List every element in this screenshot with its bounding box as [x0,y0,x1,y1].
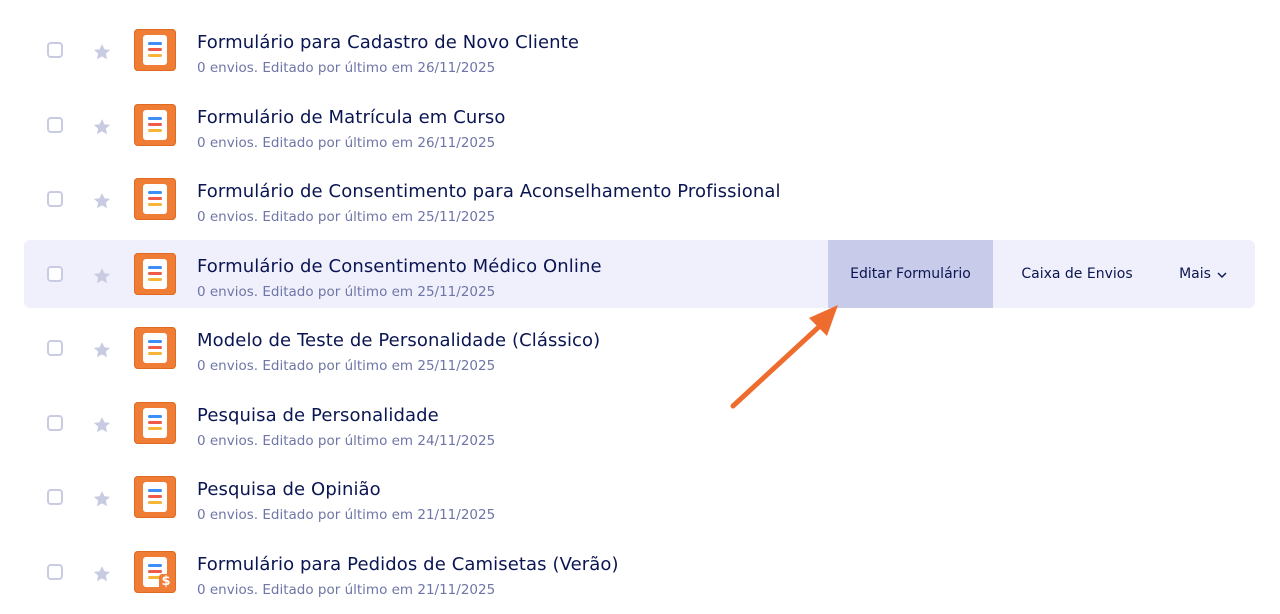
select-checkbox[interactable] [47,265,63,282]
form-title[interactable]: Formulário de Consentimento para Aconsel… [197,181,781,202]
star-icon[interactable] [92,340,112,358]
form-subtitle: 0 envios. Editado por último em 21/11/20… [197,507,496,523]
form-title[interactable]: Formulário de Consentimento Médico Onlin… [197,256,602,277]
form-title[interactable]: Pesquisa de Personalidade [197,405,439,426]
star-icon[interactable] [92,489,112,507]
inbox-label: Caixa de Envios [1021,265,1133,282]
star-icon[interactable] [92,266,112,284]
form-title[interactable]: Formulário para Pedidos de Camisetas (Ve… [197,554,619,575]
form-icon [134,178,176,220]
form-icon [134,327,176,369]
inbox-button[interactable]: Caixa de Envios [993,240,1161,308]
form-icon [134,103,176,146]
form-icon [134,476,176,518]
star-icon[interactable] [92,117,112,135]
select-checkbox[interactable] [47,563,63,580]
edit-form-button[interactable]: Editar Formulário [828,239,993,308]
row-actions: Editar Formulário Caixa de Envios Mais [828,239,1255,308]
form-subtitle: 0 envios. Editado por último em 25/11/20… [197,283,496,300]
select-checkbox[interactable] [47,116,63,133]
form-subtitle: 0 envios. Editado por último em 24/11/20… [197,432,496,449]
form-row[interactable]: Formulário de Consentimento Médico Onlin… [24,239,1255,308]
select-checkbox[interactable] [47,340,63,356]
form-subtitle: 0 envios. Editado por último em 26/11/20… [197,134,496,151]
form-subtitle: 0 envios. Editado por último em 25/11/20… [197,358,496,374]
form-icon [134,401,176,444]
form-subtitle: 0 envios. Editado por último em 26/11/20… [197,60,496,76]
form-row[interactable]: Formulário de Matrícula em Curso 0 envios… [24,91,1255,159]
form-icon [134,29,176,71]
form-row[interactable]: Modelo de Teste de Personalidade (Clássi… [24,314,1255,382]
form-title[interactable]: Pesquisa de Opinião [197,479,381,500]
form-title[interactable]: Modelo de Teste de Personalidade (Clássi… [197,330,600,351]
more-label: Mais [1179,265,1211,282]
star-icon[interactable] [92,415,112,433]
form-row[interactable]: Formulário para Cadastro de Novo Cliente… [24,16,1255,84]
payment-form-icon: $ [134,550,176,593]
form-subtitle: 0 envios. Editado por último em 25/11/20… [197,209,496,225]
select-checkbox[interactable] [47,489,63,505]
select-checkbox[interactable] [47,191,63,207]
form-title[interactable]: Formulário para Cadastro de Novo Cliente [197,32,579,53]
form-row[interactable]: $ Formulário para Pedidos de Camisetas (V… [24,538,1255,606]
star-icon[interactable] [92,564,112,582]
star-icon[interactable] [92,42,112,60]
edit-form-label: Editar Formulário [850,265,971,282]
chevron-down-icon [1211,266,1227,282]
forms-list: Formulário para Cadastro de Novo Cliente… [24,16,1255,612]
more-button[interactable]: Mais [1161,240,1255,308]
dollar-icon: $ [159,573,173,590]
form-subtitle: 0 envios. Editado por último em 21/11/20… [197,581,496,598]
select-checkbox[interactable] [47,414,63,431]
form-icon [134,252,176,295]
form-title[interactable]: Formulário de Matrícula em Curso [197,107,506,128]
select-checkbox[interactable] [47,42,63,58]
form-row[interactable]: Pesquisa de Opinião 0 envios. Editado por… [24,463,1255,531]
form-row[interactable]: Pesquisa de Personalidade 0 envios. Edita… [24,389,1255,457]
form-row[interactable]: Formulário de Consentimento para Aconsel… [24,165,1255,233]
star-icon[interactable] [92,191,112,209]
